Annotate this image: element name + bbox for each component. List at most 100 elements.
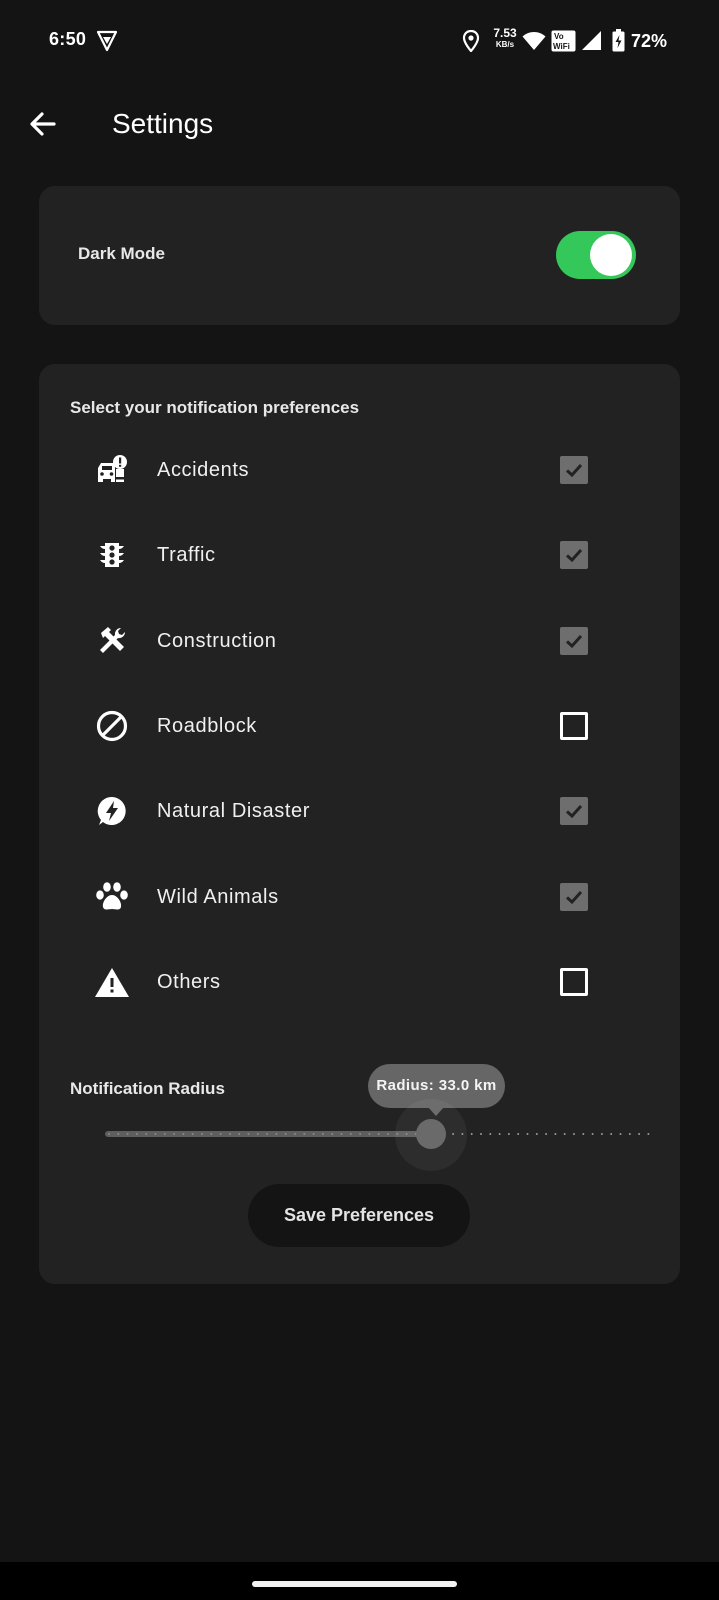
flash-bolt-icon (94, 793, 130, 829)
checkbox-others[interactable] (560, 968, 588, 996)
network-speed: 7.53 KB/s (488, 27, 522, 49)
slider-ticks (108, 1133, 650, 1135)
slider-tick (210, 1133, 213, 1135)
slider-tick (173, 1133, 176, 1135)
dark-mode-label: Dark Mode (78, 244, 165, 263)
network-speed-unit: KB/s (495, 40, 515, 49)
save-preferences-button[interactable]: Save Preferences (248, 1184, 470, 1247)
slider-tick (591, 1133, 594, 1135)
toggle-knob (590, 234, 632, 276)
slider-tick (182, 1133, 185, 1135)
pref-label-others: Others (157, 971, 221, 993)
traffic-light-icon (94, 537, 130, 573)
slider-tick (238, 1133, 241, 1135)
slider-tick (545, 1133, 548, 1135)
checkbox-traffic[interactable] (560, 541, 588, 569)
notification-radius-label: Notification Radius (70, 1079, 225, 1098)
slider-tick (312, 1133, 315, 1135)
vpn-shield-icon (96, 30, 118, 52)
car-crash-icon (94, 452, 130, 488)
slider-tick (563, 1133, 566, 1135)
slider-tick (331, 1133, 334, 1135)
pref-label-roadblock: Roadblock (157, 715, 257, 737)
block-icon (94, 708, 130, 744)
slider-tick (284, 1133, 287, 1135)
svg-text:WiFi: WiFi (553, 42, 570, 51)
pref-label-natural-disaster: Natural Disaster (157, 800, 310, 822)
paw-icon (94, 879, 130, 915)
slider-tick (628, 1133, 631, 1135)
notification-preferences-card: Select your notification preferences Acc… (39, 364, 680, 1284)
preferences-heading: Select your notification preferences (70, 398, 360, 417)
home-indicator[interactable] (252, 1581, 457, 1587)
slider-tick (498, 1133, 501, 1135)
slider-tick (321, 1133, 324, 1135)
dark-mode-toggle[interactable] (556, 231, 636, 279)
slider-tick (647, 1133, 650, 1135)
battery-charging-icon (612, 29, 625, 52)
pref-row-natural-disaster[interactable]: Natural Disaster (39, 779, 680, 843)
slider-tick (489, 1133, 492, 1135)
slider-tick (480, 1133, 482, 1135)
battery-percent: 72% (631, 31, 668, 51)
page-title: Settings (112, 108, 214, 139)
pref-row-wild-animals[interactable]: Wild Animals (39, 865, 680, 929)
slider-tick (359, 1133, 362, 1135)
slider-tick (526, 1133, 529, 1135)
warning-icon (94, 964, 130, 1000)
slider-thumb[interactable] (416, 1119, 446, 1149)
network-speed-value: 7.53 (493, 26, 517, 40)
vowifi-icon: Vo WiFi (551, 30, 576, 52)
slider-tick (368, 1133, 371, 1135)
checkbox-natural-disaster[interactable] (560, 797, 588, 825)
pref-row-others[interactable]: Others (39, 950, 680, 1014)
slider-tick (219, 1133, 222, 1135)
slider-tick (610, 1133, 613, 1135)
slider-tick (582, 1133, 585, 1135)
slider-tick (340, 1133, 343, 1135)
slider-tick (201, 1133, 203, 1135)
slider-tick (256, 1133, 259, 1135)
wifi-icon (522, 32, 546, 50)
slider-tick (535, 1133, 538, 1135)
slider-tick (600, 1133, 603, 1135)
pref-row-roadblock[interactable]: Roadblock (39, 694, 680, 758)
slider-tick (294, 1133, 296, 1135)
slider-tick (154, 1133, 157, 1135)
status-time: 6:50 (49, 29, 87, 49)
slider-tick (554, 1133, 557, 1135)
slider-tick (470, 1133, 473, 1135)
status-bar: 6:50 7.53 KB/s Vo WiFi 72% (0, 0, 719, 84)
slider-tick (108, 1133, 110, 1135)
pref-label-accidents: Accidents (157, 459, 250, 481)
pref-label-wild-animals: Wild Animals (157, 886, 279, 908)
slider-tick (275, 1133, 278, 1135)
slider-tick (573, 1133, 575, 1135)
slider-tick (117, 1133, 120, 1135)
checkbox-accidents[interactable] (560, 456, 588, 484)
pref-row-traffic[interactable]: Traffic (39, 523, 680, 587)
pref-row-accidents[interactable]: Accidents (39, 438, 680, 502)
slider-tick (517, 1133, 520, 1135)
checkbox-wild-animals[interactable] (560, 883, 588, 911)
pref-label-construction: Construction (157, 630, 277, 652)
slider-tick (163, 1133, 166, 1135)
radius-slider[interactable] (105, 1099, 651, 1171)
slider-tick (638, 1133, 641, 1135)
slider-tick (387, 1133, 389, 1135)
checkbox-roadblock[interactable] (560, 712, 588, 740)
svg-text:Vo: Vo (554, 32, 564, 41)
pref-row-construction[interactable]: Construction (39, 609, 680, 673)
slider-tick (247, 1133, 250, 1135)
pref-label-traffic: Traffic (157, 544, 216, 566)
slider-tick (135, 1133, 138, 1135)
location-icon (462, 30, 480, 52)
checkbox-construction[interactable] (560, 627, 588, 655)
slider-tick (303, 1133, 306, 1135)
slider-tick (191, 1133, 194, 1135)
slider-tick (145, 1133, 148, 1135)
construction-tools-icon (94, 623, 130, 659)
back-button[interactable] (26, 107, 60, 141)
slider-tick (349, 1133, 352, 1135)
slider-tick (619, 1133, 622, 1135)
